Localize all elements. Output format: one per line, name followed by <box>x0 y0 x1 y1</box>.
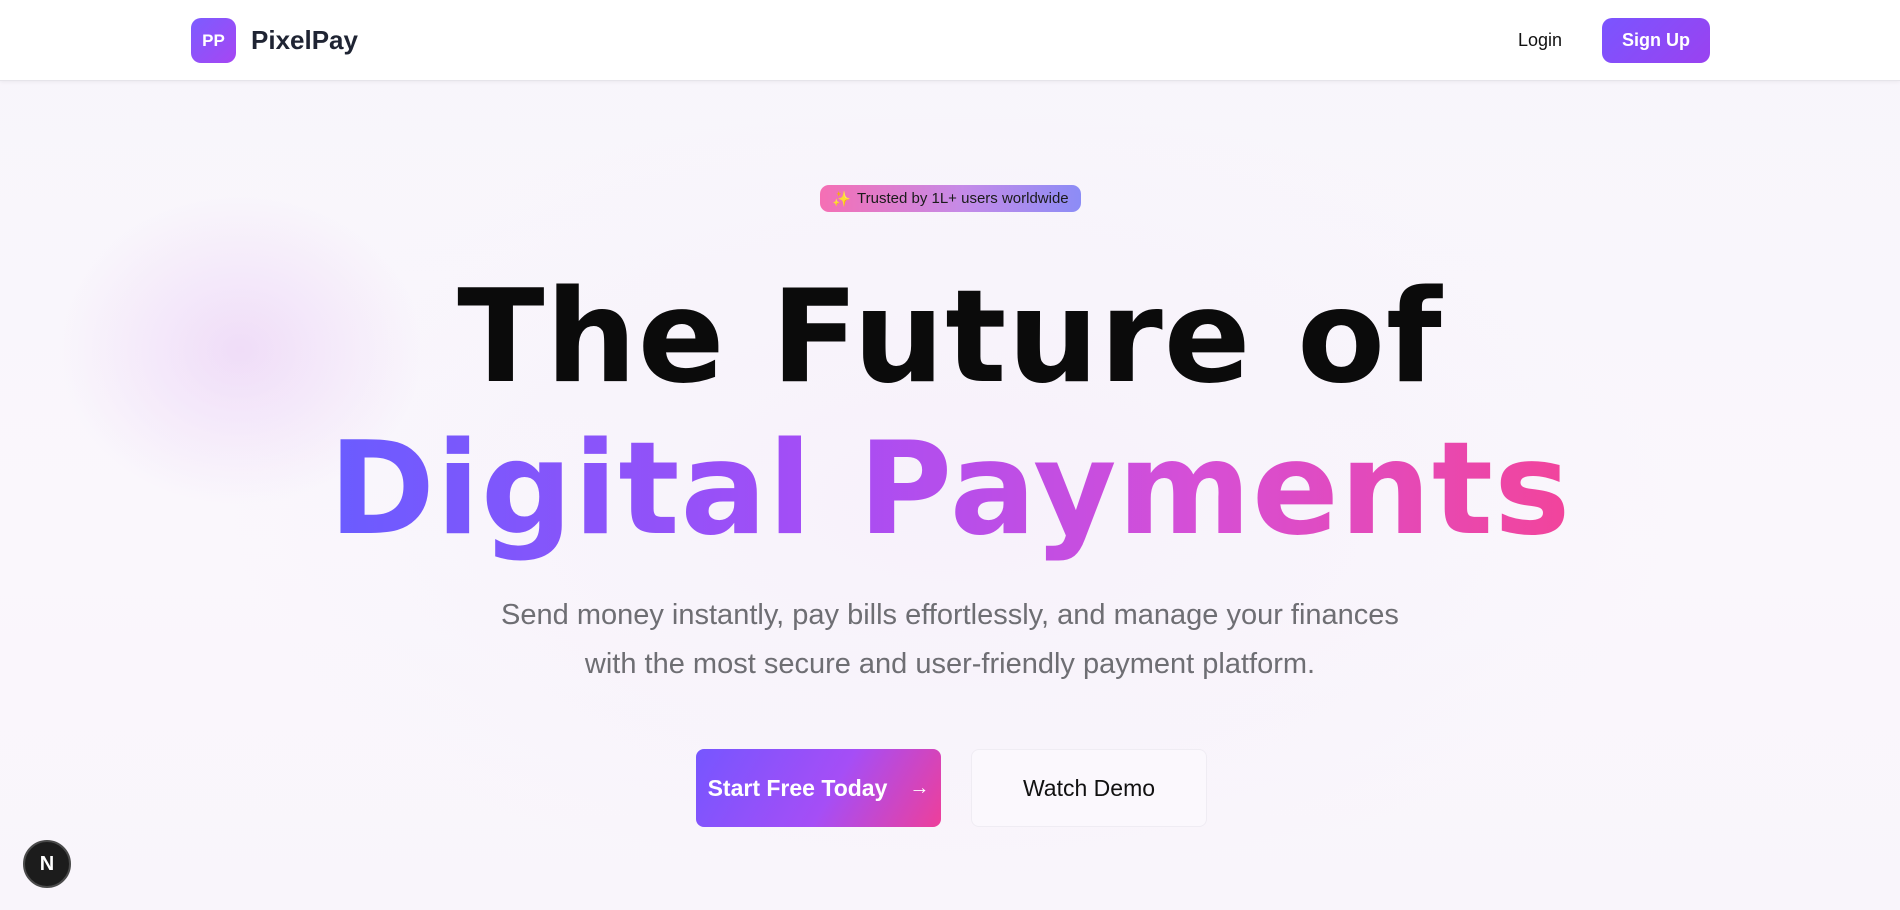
hero-subtitle-line1: Send money instantly, pay bills effortle… <box>501 599 1399 631</box>
hero-title-line1: The Future of <box>457 263 1443 412</box>
brand-name: PixelPay <box>251 25 358 55</box>
sparkle-icon: ✨ <box>832 190 852 208</box>
arrow-right-icon: → <box>909 776 930 799</box>
hero-title-line2: Digital Payments <box>0 415 1900 565</box>
login-link[interactable]: Login <box>1500 20 1580 61</box>
dev-tools-badge[interactable]: N <box>23 840 71 888</box>
signup-button[interactable]: Sign Up <box>1602 18 1710 63</box>
hero-title-gradient: Digital Payments <box>328 415 1572 564</box>
trust-badge: ✨ Trusted by 1L+ users worldwide <box>820 185 1081 212</box>
hero-subtitle: Send money instantly, pay bills effortle… <box>450 591 1450 689</box>
top-navbar: PP PixelPay Login Sign Up <box>0 0 1900 81</box>
watch-demo-button[interactable]: Watch Demo <box>971 749 1207 827</box>
brand-logo: PP <box>191 18 236 63</box>
cta-row: Start Free Today → Watch Demo <box>696 749 1207 827</box>
start-free-button[interactable]: Start Free Today → <box>696 749 941 827</box>
nav-actions: Login Sign Up <box>1500 18 1710 63</box>
brand[interactable]: PP PixelPay <box>191 18 358 63</box>
hero-subtitle-line2: with the most secure and user-friendly p… <box>584 648 1316 680</box>
trust-badge-text: Trusted by 1L+ users worldwide <box>857 190 1069 207</box>
start-free-label: Start Free Today <box>707 774 888 801</box>
hero-section: ✨ Trusted by 1L+ users worldwide The Fut… <box>0 81 1900 910</box>
